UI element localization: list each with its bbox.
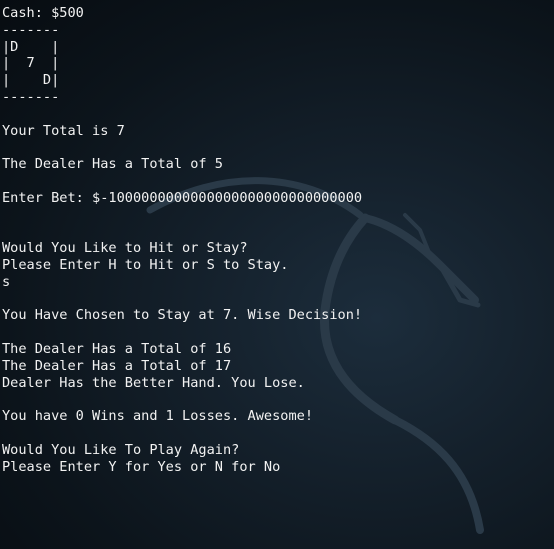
user-input-line: s <box>2 273 11 290</box>
player-total-line: Your Total is 7 <box>2 122 125 139</box>
terminal-line-cash: Cash: $500 <box>2 5 84 21</box>
card-row-2: | 7 | <box>2 55 60 72</box>
play-again-question-line: Would You Like To Play Again? <box>2 441 240 458</box>
bet-entry-line: Enter Bet: $-100000000000000000000000000… <box>2 189 363 206</box>
dealer-total-line-3: The Dealer Has a Total of 17 <box>2 357 232 374</box>
hit-stay-question-line: Would You Like to Hit or Stay? <box>2 240 248 257</box>
dealer-total-line: The Dealer Has a Total of 5 <box>2 156 223 173</box>
hand-result-line: Dealer Has the Better Hand. You Lose. <box>2 374 305 391</box>
hit-stay-instruction-line: Please Enter H to Hit or S to Stay. <box>2 256 289 273</box>
prompt-line[interactable] <box>2 475 552 492</box>
terminal-output[interactable]: Cash: $500 ------- |D | | 7 | | D| -----… <box>2 5 552 545</box>
card-row-1: |D | <box>2 38 60 55</box>
card-border-top: ------- <box>2 21 60 38</box>
card-row-3: | D| <box>2 72 60 89</box>
dealer-total-line-2: The Dealer Has a Total of 16 <box>2 340 232 357</box>
card-border-bottom: ------- <box>2 88 60 105</box>
score-summary-line: You have 0 Wins and 1 Losses. Awesome! <box>2 408 313 425</box>
stay-result-line: You Have Chosen to Stay at 7. Wise Decis… <box>2 307 363 324</box>
play-again-instruction-line: Please Enter Y for Yes or N for No <box>2 458 281 475</box>
